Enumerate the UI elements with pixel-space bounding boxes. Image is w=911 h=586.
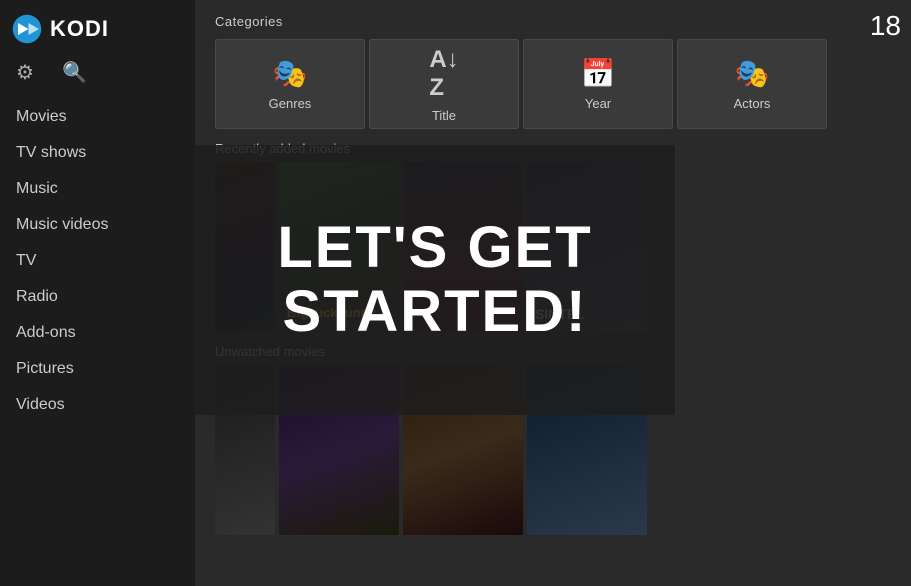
sidebar-nav: Movies TV shows Music Music videos TV Ra… (0, 95, 195, 586)
modal-line2: STARTED! (283, 279, 588, 344)
title-icon: A↓Z (429, 46, 458, 102)
kodi-logo-icon (12, 14, 42, 44)
actors-label: Actors (734, 96, 771, 111)
sidebar-item-pictures[interactable]: Pictures (0, 351, 195, 387)
year-label: Year (585, 96, 611, 111)
categories-section: Categories 🎭 Genres A↓Z Title 📅 Year 🎭 A… (195, 0, 911, 137)
sidebar-item-add-ons[interactable]: Add-ons (0, 315, 195, 351)
sidebar: KODI ⚙ 🔍 Movies TV shows Music Music vid… (0, 0, 195, 586)
sidebar-item-music[interactable]: Music (0, 171, 195, 207)
clock-display: 18 (870, 10, 901, 42)
modal-line1: LET'S GET (277, 215, 592, 280)
sidebar-item-movies[interactable]: Movies (0, 99, 195, 135)
genres-icon: 🎭 (273, 57, 308, 90)
category-actors[interactable]: 🎭 Actors (677, 39, 827, 129)
genres-label: Genres (269, 96, 312, 111)
modal-text: LET'S GET STARTED! (277, 216, 592, 344)
logo-area: KODI (0, 0, 195, 54)
actors-icon: 🎭 (735, 57, 770, 90)
category-year[interactable]: 📅 Year (523, 39, 673, 129)
categories-title: Categories (215, 14, 891, 29)
sidebar-item-tv[interactable]: TV (0, 243, 195, 279)
sidebar-item-tv-shows[interactable]: TV shows (0, 135, 195, 171)
year-icon: 📅 (581, 57, 616, 90)
sidebar-item-radio[interactable]: Radio (0, 279, 195, 315)
title-label: Title (432, 108, 456, 123)
kodi-title: KODI (50, 16, 109, 42)
search-icon[interactable]: 🔍 (62, 60, 87, 85)
category-title[interactable]: A↓Z Title (369, 39, 519, 129)
sidebar-icon-row: ⚙ 🔍 (0, 54, 195, 95)
settings-icon[interactable]: ⚙ (16, 60, 34, 85)
category-items: 🎭 Genres A↓Z Title 📅 Year 🎭 Actors (215, 39, 891, 129)
modal-overlay: LET'S GET STARTED! (195, 145, 675, 415)
sidebar-item-music-videos[interactable]: Music videos (0, 207, 195, 243)
category-genres[interactable]: 🎭 Genres (215, 39, 365, 129)
sidebar-item-videos[interactable]: Videos (0, 387, 195, 423)
